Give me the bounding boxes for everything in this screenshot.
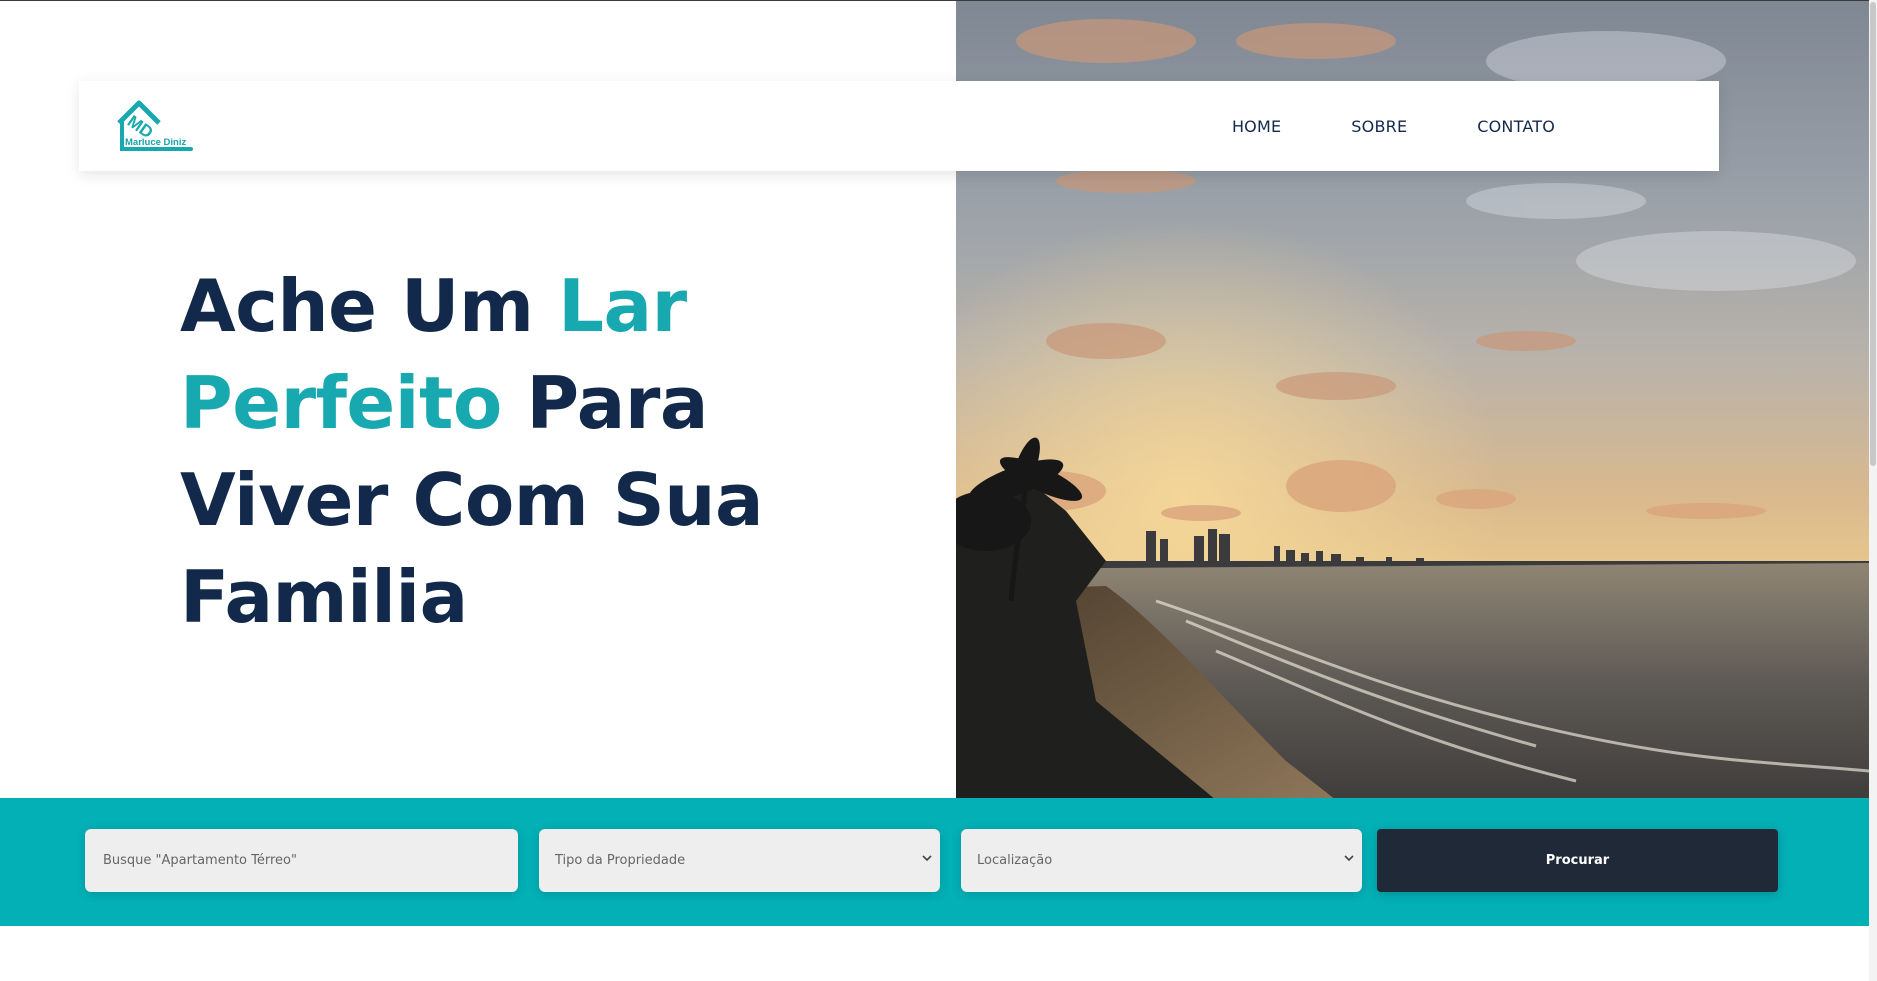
search-input[interactable]: [101, 852, 502, 869]
search-bar: Tipo da Propriedade Localização Procurar: [0, 798, 1869, 926]
page-scrollbar[interactable]: [1869, 0, 1877, 981]
headline-part: Familia: [180, 555, 468, 639]
location-select[interactable]: Localização: [961, 829, 1362, 892]
headline-part: Ache Um: [180, 264, 559, 348]
nav-sobre[interactable]: SOBRE: [1351, 117, 1407, 136]
headline-accent: Lar: [558, 264, 687, 348]
property-type-value: Tipo da Propriedade: [555, 853, 686, 868]
property-type-select[interactable]: Tipo da Propriedade: [539, 829, 940, 892]
location-value: Localização: [977, 853, 1053, 868]
hero-headline: Ache Um Lar Perfeito Para Viver Com Sua …: [180, 258, 820, 646]
headline-part: Para: [501, 361, 708, 445]
chevron-down-icon: [922, 855, 932, 862]
nav-home[interactable]: HOME: [1232, 117, 1281, 136]
nav-contato[interactable]: CONTATO: [1477, 117, 1555, 136]
navbar: MD Marluce Diniz HOME SOBRE CONTATO: [79, 81, 1719, 171]
search-field[interactable]: [85, 829, 518, 892]
brand-name: Marluce Diniz: [125, 137, 187, 148]
main-nav: HOME SOBRE CONTATO: [1162, 81, 1555, 171]
search-submit-button[interactable]: Procurar: [1377, 829, 1778, 892]
chevron-down-icon: [1344, 855, 1354, 862]
brand-logo[interactable]: MD Marluce Diniz: [115, 97, 195, 155]
scrollbar-thumb[interactable]: [1870, 2, 1876, 466]
headline-accent: Perfeito: [180, 361, 502, 445]
headline-part: Viver Com Sua: [180, 458, 764, 542]
